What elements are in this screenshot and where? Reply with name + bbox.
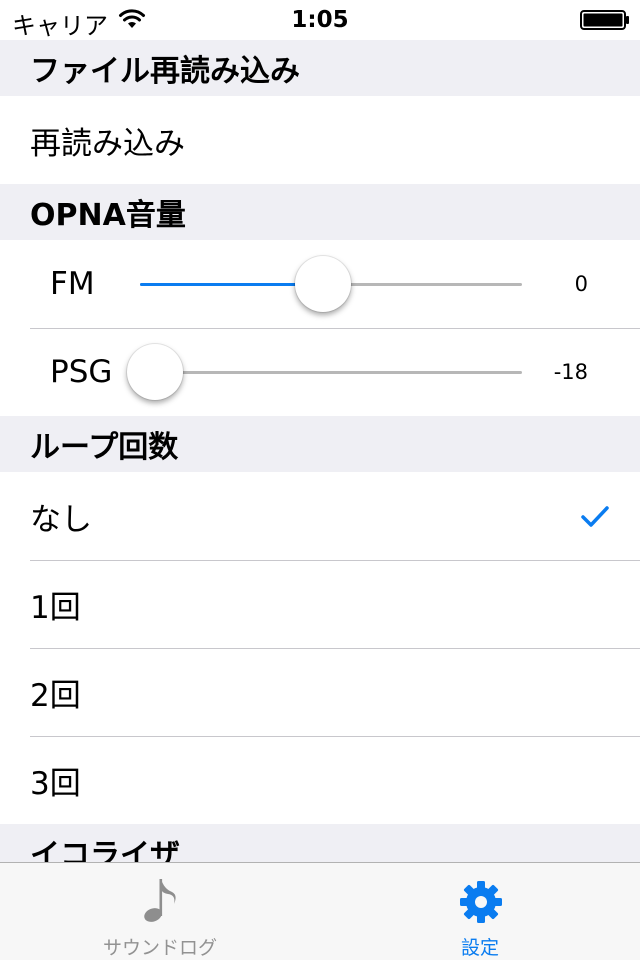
fm-volume-cell: FM 0 (0, 240, 640, 328)
reload-cell[interactable]: 再読み込み (0, 96, 640, 184)
loop-option-label: 3回 (30, 765, 81, 802)
checkmark-icon (580, 502, 610, 528)
section-header-volume: OPNA音量 (0, 184, 640, 240)
fm-slider-thumb[interactable] (295, 256, 352, 312)
tab-label: サウンドログ (102, 937, 217, 959)
loop-option-none[interactable]: なし (0, 472, 640, 560)
tab-settings[interactable]: 設定 (320, 863, 640, 960)
fm-value: 0 (574, 272, 588, 296)
tab-bar: サウンドログ 設定 (0, 862, 640, 960)
psg-volume-cell: PSG -18 (0, 328, 640, 416)
fm-slider[interactable] (140, 256, 522, 312)
reload-group: 再読み込み (0, 96, 640, 184)
psg-slider[interactable] (127, 344, 522, 400)
loop-group: なし 1回 2回 3回 (0, 472, 640, 824)
tab-sound-log[interactable]: サウンドログ (0, 863, 320, 960)
section-header-loop: ループ回数 (0, 416, 640, 472)
battery-icon (580, 10, 630, 30)
section-header-equalizer: イコライザ (0, 824, 640, 862)
tab-label: 設定 (460, 937, 499, 959)
status-time: 1:05 (291, 7, 349, 33)
loop-option-label: 2回 (30, 677, 81, 714)
reload-label: 再読み込み (30, 125, 185, 162)
music-note-icon (140, 875, 180, 925)
loop-option-label: なし (30, 501, 92, 538)
loop-option-label: 1回 (30, 589, 81, 626)
status-bar: キャリア 1:05 (0, 0, 640, 40)
gear-icon (458, 879, 504, 925)
fm-label: FM (50, 266, 95, 302)
loop-option-3[interactable]: 3回 (0, 736, 640, 824)
volume-group: FM 0 PSG -18 (0, 240, 640, 416)
loop-option-2[interactable]: 2回 (0, 648, 640, 736)
psg-slider-thumb[interactable] (127, 344, 184, 400)
settings-list[interactable]: ファイル再読み込み 再読み込み OPNA音量 FM 0 PSG -18 ループ回… (0, 40, 640, 862)
section-header-reload: ファイル再読み込み (0, 40, 640, 96)
loop-option-1[interactable]: 1回 (0, 560, 640, 648)
psg-value: -18 (553, 360, 588, 384)
